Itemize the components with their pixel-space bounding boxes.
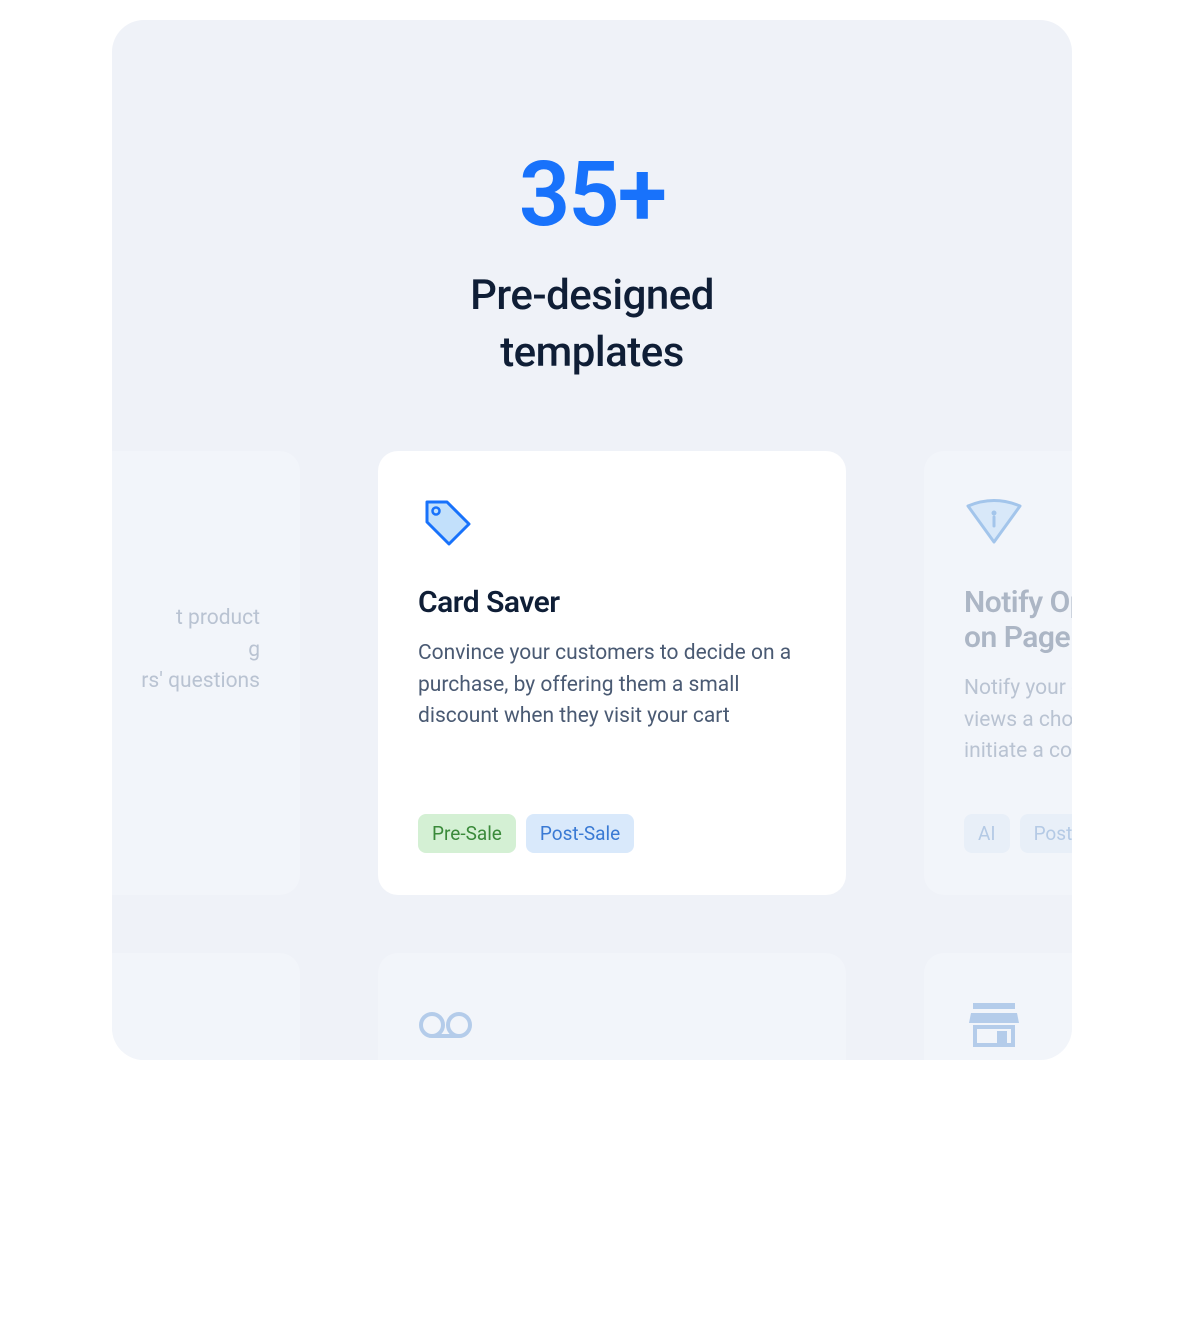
hero-subtitle: Pre-designed templates [112,268,1072,381]
card-description: Convince your customers to decide on a p… [418,638,806,814]
templates-showcase: 35+ Pre-designed templates t product g r… [112,20,1072,1060]
tag-pre-sale: Pre-Sale [418,814,516,853]
template-card-bottom-middle[interactable] [378,953,846,1060]
template-card-notify[interactable]: Notify Op on Page Notify your o views a … [924,451,1072,895]
wifi-icon [964,493,1024,553]
tag-post-sale: Post-Sale [1020,814,1072,853]
card-description: t product g rs' questions [112,603,260,853]
voicemail-icon [418,995,478,1055]
tag-post-sale: Post-Sale [526,814,634,853]
card-tags: Pre-Sale Post-Sale [418,814,806,853]
template-cards-row: t product g rs' questions Card Saver Con… [112,451,1072,895]
template-count: 35+ [112,150,1072,240]
store-icon [964,995,1024,1055]
hero-section: 35+ Pre-designed templates [112,20,1072,451]
tag-icon [418,493,478,553]
template-card-bottom-right[interactable] [924,953,1072,1060]
card-title: Notify Op on Page [964,585,1072,655]
card-tags: AI Post-Sale [964,814,1072,853]
template-card-bottom-left[interactable] [112,953,300,1060]
template-card-left[interactable]: t product g rs' questions [112,451,300,895]
card-description: Notify your o views a chose initiate a c… [964,673,1072,814]
tag-ai: AI [964,814,1010,853]
card-title: Card Saver [418,585,806,620]
template-card-card-saver[interactable]: Card Saver Convince your customers to de… [378,451,846,895]
template-cards-row-2 [112,953,1072,1060]
